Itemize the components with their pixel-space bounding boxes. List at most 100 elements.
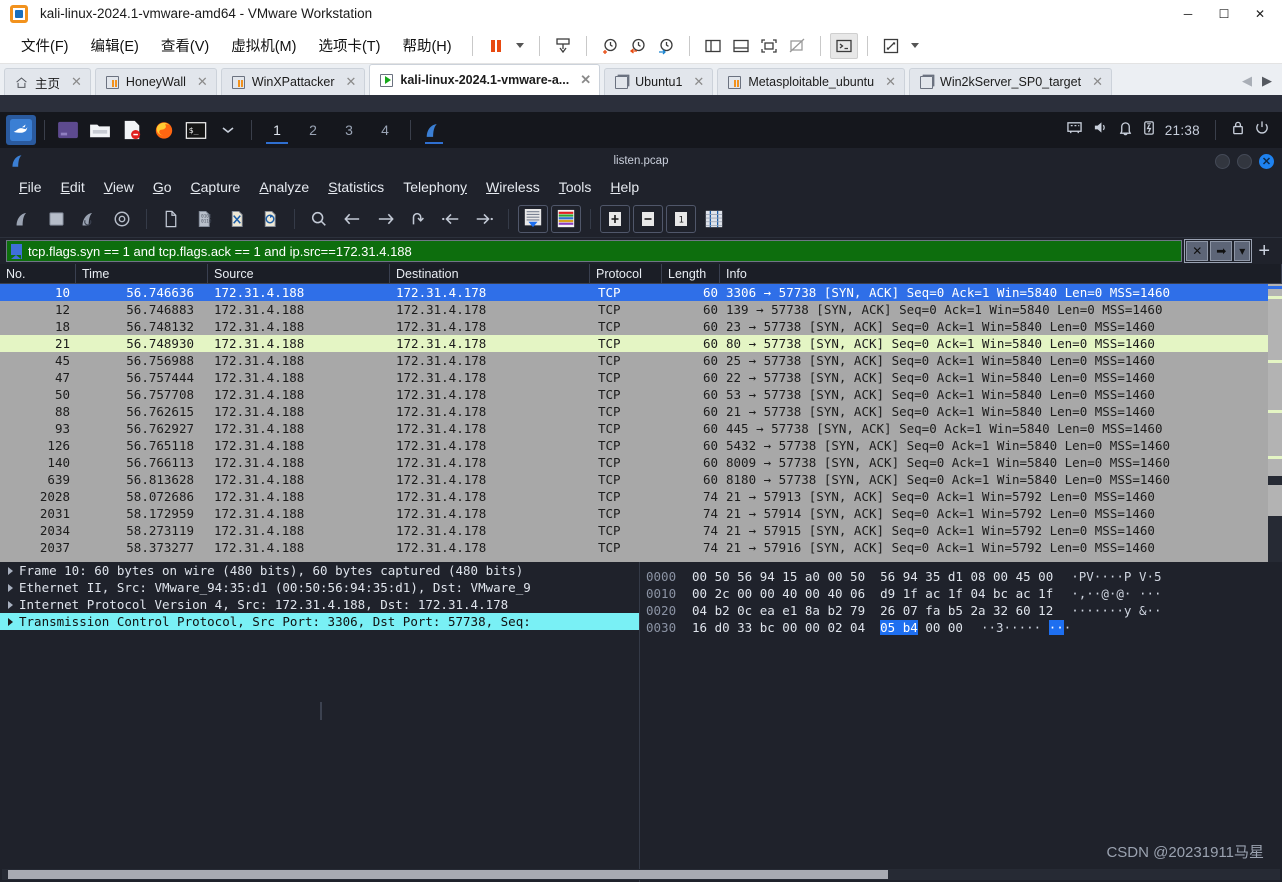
hex-dump-line[interactable]: 0000 00 50 56 94 15 a0 00 50 56 94 35 d1 … — [646, 568, 1282, 585]
zoom-reset-icon[interactable]: 1 — [666, 204, 696, 233]
pause-icon[interactable] — [482, 33, 510, 59]
wireshark-close-button[interactable]: ✕ — [1259, 153, 1274, 169]
horizontal-scrollbar-thumb[interactable] — [8, 870, 888, 879]
table-row[interactable]: 140 56.766113 172.31.4.188 172.31.4.178 TCP 6… — [0, 454, 1282, 471]
kali-dragon-icon[interactable] — [6, 115, 36, 145]
menu-file[interactable]: 文件(F) — [10, 31, 80, 60]
ws-menu-edit[interactable]: Edit — [52, 177, 94, 197]
ws-menu-go[interactable]: Go — [144, 177, 181, 197]
hex-dump-line[interactable]: 0020 04 b2 0c ea e1 8a b2 79 26 07 fa b5 … — [646, 602, 1282, 619]
reload-file-icon[interactable] — [255, 205, 285, 233]
go-to-packet-icon[interactable] — [403, 205, 433, 233]
go-to-first-icon[interactable] — [436, 205, 466, 233]
volume-icon[interactable] — [1092, 120, 1109, 140]
workspace-2[interactable]: 2 — [296, 115, 330, 145]
detail-tree-item[interactable]: Frame 10: 60 bytes on wire (480 bits), 6… — [0, 562, 639, 579]
go-to-last-icon[interactable] — [469, 205, 499, 233]
notifications-icon[interactable] — [1118, 120, 1133, 141]
workspace-4[interactable]: 4 — [368, 115, 402, 145]
workspace-1[interactable]: 1 — [260, 115, 294, 145]
table-row[interactable]: 12 56.746883 172.31.4.188 172.31.4.178 TCP 60… — [0, 301, 1282, 318]
file-manager-icon[interactable] — [85, 115, 115, 145]
column-header-destination[interactable]: Destination — [390, 263, 590, 284]
clear-filter-button[interactable]: ✕ — [1186, 241, 1209, 261]
find-packet-icon[interactable] — [304, 205, 334, 233]
close-file-icon[interactable] — [222, 205, 252, 233]
zoom-in-icon[interactable] — [600, 204, 630, 233]
revert-snapshot-icon[interactable] — [624, 33, 652, 59]
capture-options-icon[interactable] — [107, 205, 137, 233]
ws-menu-view[interactable]: View — [95, 177, 143, 197]
table-row[interactable]: 93 56.762927 172.31.4.188 172.31.4.178 TCP 60… — [0, 420, 1282, 437]
tab-close-icon[interactable]: ✕ — [885, 74, 896, 90]
ws-menu-wireless[interactable]: Wireless — [477, 177, 549, 197]
detail-tree-item[interactable]: Internet Protocol Version 4, Src: 172.31… — [0, 596, 639, 613]
terminal-dropdown-icon[interactable] — [213, 115, 243, 145]
column-header-source[interactable]: Source — [208, 263, 390, 284]
tab-scroll-next-icon[interactable]: ▶ — [1262, 73, 1272, 89]
table-row[interactable]: 50 56.757708 172.31.4.188 172.31.4.178 TCP 60… — [0, 386, 1282, 403]
lock-icon[interactable] — [1231, 120, 1245, 141]
menu-tabs[interactable]: 选项卡(T) — [307, 31, 391, 60]
table-row[interactable]: 88 56.762615 172.31.4.188 172.31.4.178 TCP 60… — [0, 403, 1282, 420]
tab-metasploitable-ubuntu[interactable]: Metasploitable_ubuntu ✕ — [717, 68, 906, 95]
display-filter-input[interactable]: tcp.flags.syn == 1 and tcp.flags.ack == … — [6, 240, 1183, 262]
open-file-icon[interactable] — [156, 205, 186, 233]
go-forward-icon[interactable] — [370, 205, 400, 233]
ws-menu-statistics[interactable]: Statistics — [319, 177, 393, 197]
column-header-length[interactable]: Length — [662, 263, 720, 284]
menu-edit[interactable]: 编辑(E) — [80, 31, 150, 60]
go-back-icon[interactable] — [337, 205, 367, 233]
table-row[interactable]: 2031 58.172959 172.31.4.188 172.31.4.178 TCP… — [0, 505, 1282, 522]
column-header-protocol[interactable]: Protocol — [590, 263, 662, 284]
fullscreen-icon[interactable] — [755, 33, 783, 59]
auto-scroll-icon[interactable] — [518, 204, 548, 233]
taskbar-window-wireshark[interactable] — [419, 115, 449, 145]
ws-menu-analyze[interactable]: Analyze — [250, 177, 318, 197]
packet-detail-pane[interactable]: Frame 10: 60 bytes on wire (480 bits), 6… — [0, 562, 640, 882]
workspace-3[interactable]: 3 — [332, 115, 366, 145]
table-row[interactable]: 2037 58.373277 172.31.4.188 172.31.4.178 TCP… — [0, 539, 1282, 556]
column-header-no[interactable]: No. — [0, 263, 76, 284]
send-ctrl-alt-del-icon[interactable] — [549, 33, 577, 59]
show-sidebar-icon[interactable] — [699, 33, 727, 59]
pause-dropdown-icon[interactable] — [515, 43, 524, 48]
menu-view[interactable]: 查看(V) — [150, 31, 220, 60]
column-header-info[interactable]: Info — [720, 263, 1282, 284]
maximize-button[interactable]: ☐ — [1206, 0, 1242, 27]
table-row[interactable]: 126 56.765118 172.31.4.188 172.31.4.178 TCP 6… — [0, 437, 1282, 454]
tab-close-icon[interactable]: ✕ — [197, 74, 208, 90]
logout-icon[interactable] — [1254, 120, 1270, 141]
apply-filter-button[interactable]: ➡ — [1210, 241, 1233, 261]
tab-close-icon[interactable]: ✕ — [345, 74, 356, 90]
network-icon[interactable] — [1066, 120, 1083, 140]
tab-scroll-prev-icon[interactable]: ◀ — [1242, 73, 1252, 89]
table-row[interactable]: 18 56.748132 172.31.4.188 172.31.4.178 TCP 60… — [0, 318, 1282, 335]
unity-mode-icon[interactable] — [783, 33, 811, 59]
firefox-icon[interactable] — [149, 115, 179, 145]
add-filter-button[interactable]: + — [1252, 241, 1276, 261]
tab-home[interactable]: 主页 ✕ — [4, 68, 91, 95]
wireshark-maximize-button[interactable] — [1237, 153, 1252, 169]
table-row[interactable]: 2034 58.273119 172.31.4.188 172.31.4.178 TCP… — [0, 522, 1282, 539]
restart-capture-icon[interactable] — [74, 205, 104, 233]
stop-capture-icon[interactable] — [41, 205, 71, 233]
filter-dropdown-icon[interactable]: ▾ — [1234, 241, 1251, 261]
table-row[interactable]: 21 56.748930 172.31.4.188 172.31.4.178 TCP 60… — [0, 335, 1282, 352]
column-header-time[interactable]: Time — [76, 263, 208, 284]
ws-menu-file[interactable]: File — [10, 177, 51, 197]
console-view-icon[interactable] — [829, 32, 858, 59]
detail-tree-item[interactable]: Transmission Control Protocol, Src Port:… — [0, 613, 639, 630]
table-row[interactable]: 639 56.813628 172.31.4.188 172.31.4.178 TCP 6… — [0, 471, 1282, 488]
tab-close-icon[interactable]: ✕ — [71, 74, 82, 90]
text-editor-icon[interactable] — [117, 115, 147, 145]
pane-resize-handle[interactable] — [319, 702, 322, 720]
table-row[interactable]: 47 56.757444 172.31.4.188 172.31.4.178 TCP 60… — [0, 369, 1282, 386]
hex-dump-line[interactable]: 0010 00 2c 00 00 40 00 40 06 d9 1f ac 1f … — [646, 585, 1282, 602]
stretch-icon[interactable] — [877, 33, 905, 59]
hex-dump-line[interactable]: 0030 16 d0 33 bc 00 00 02 04 05 b4 00 00 ·… — [646, 619, 1282, 636]
menu-help[interactable]: 帮助(H) — [391, 31, 462, 60]
terminal-icon[interactable]: $_ — [181, 115, 211, 145]
wireshark-minimize-button[interactable] — [1215, 153, 1230, 169]
tab-close-icon[interactable]: ✕ — [693, 74, 704, 90]
